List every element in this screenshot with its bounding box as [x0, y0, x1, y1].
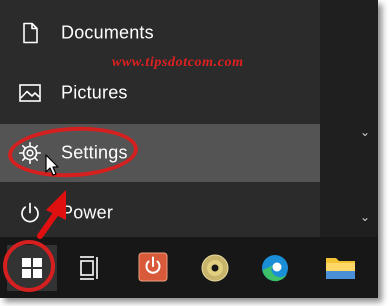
folder-icon: [326, 258, 355, 279]
file-explorer-button[interactable]: [316, 245, 366, 291]
media-button[interactable]: [190, 245, 240, 291]
start-button-highlight-oval: [3, 240, 55, 292]
power-app-icon: [138, 252, 168, 282]
watermark-text: www.tipsdotcom.com: [112, 55, 244, 70]
edge-icon: [262, 255, 288, 282]
power-icon: [18, 201, 42, 225]
chevron-down-icon[interactable]: ⌄: [360, 210, 370, 224]
task-view-button[interactable]: [64, 245, 114, 291]
edge-button[interactable]: [250, 245, 300, 291]
taskbar: [0, 237, 378, 298]
menu-item-label: Pictures: [61, 82, 128, 103]
menu-item-label: Power: [61, 202, 114, 223]
mouse-cursor-icon: [45, 154, 59, 176]
app-button[interactable]: [128, 245, 178, 291]
menu-item-pictures[interactable]: Pictures: [0, 64, 320, 122]
task-view-icon: [80, 256, 98, 280]
menu-item-documents[interactable]: Documents: [0, 4, 320, 62]
disc-icon: [201, 254, 229, 282]
tiles-pane: [320, 0, 378, 237]
document-icon: [18, 21, 42, 45]
chevron-down-icon[interactable]: ⌄: [360, 125, 370, 139]
start-menu-list: Documents Pictures Settings Power www.ti…: [0, 0, 320, 237]
pictures-icon: [18, 81, 42, 105]
menu-item-power[interactable]: Power: [0, 184, 320, 242]
menu-item-label: Documents: [61, 22, 154, 43]
